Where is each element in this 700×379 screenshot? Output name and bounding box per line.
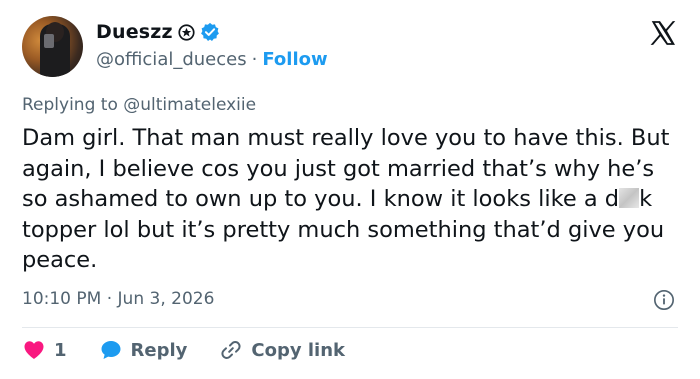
tweet-text-part-1: Dam girl. That man must really love you … bbox=[22, 125, 670, 212]
divider bbox=[22, 327, 678, 328]
copy-link-label: Copy link bbox=[251, 339, 345, 361]
author-handle-row: @official_dueces · Follow bbox=[96, 49, 328, 70]
timestamp-separator: · bbox=[106, 289, 113, 309]
tweet-text: Dam girl. That man must really love you … bbox=[22, 123, 682, 276]
author-name-row: Dueszz bbox=[96, 21, 220, 43]
author-name[interactable]: Dueszz bbox=[96, 21, 173, 43]
avatar-phone bbox=[44, 34, 54, 48]
verified-badge-icon bbox=[200, 22, 219, 41]
censor-block bbox=[619, 188, 640, 208]
info-icon[interactable] bbox=[653, 289, 675, 311]
reply-bubble-icon bbox=[101, 341, 121, 359]
tweet-time: 10:10 PM bbox=[22, 289, 102, 309]
reply-label: Reply bbox=[130, 339, 188, 361]
avatar[interactable] bbox=[22, 16, 83, 77]
replying-to-line: Replying to @ultimatelexiie bbox=[22, 95, 256, 115]
x-logo-icon[interactable] bbox=[648, 18, 678, 48]
replying-to-mention[interactable]: @ultimatelexiie bbox=[123, 95, 256, 115]
heart-icon bbox=[24, 341, 44, 359]
handle-separator: · bbox=[251, 49, 258, 70]
like-button[interactable]: 1 bbox=[22, 338, 67, 362]
like-count: 1 bbox=[54, 339, 67, 361]
link-icon bbox=[221, 341, 241, 359]
action-bar: 1 Reply Copy link bbox=[22, 338, 377, 362]
author-handle[interactable]: @official_dueces bbox=[96, 49, 247, 70]
reply-button[interactable]: Reply bbox=[99, 338, 188, 362]
follow-button[interactable]: Follow bbox=[262, 49, 327, 70]
org-badge-icon bbox=[178, 23, 195, 41]
copy-link-button[interactable]: Copy link bbox=[219, 338, 345, 362]
replying-to-prefix: Replying to bbox=[22, 95, 118, 115]
tweet-date: Jun 3, 2026 bbox=[117, 289, 215, 309]
tweet-timestamp[interactable]: 10:10 PM · Jun 3, 2026 bbox=[22, 289, 214, 309]
